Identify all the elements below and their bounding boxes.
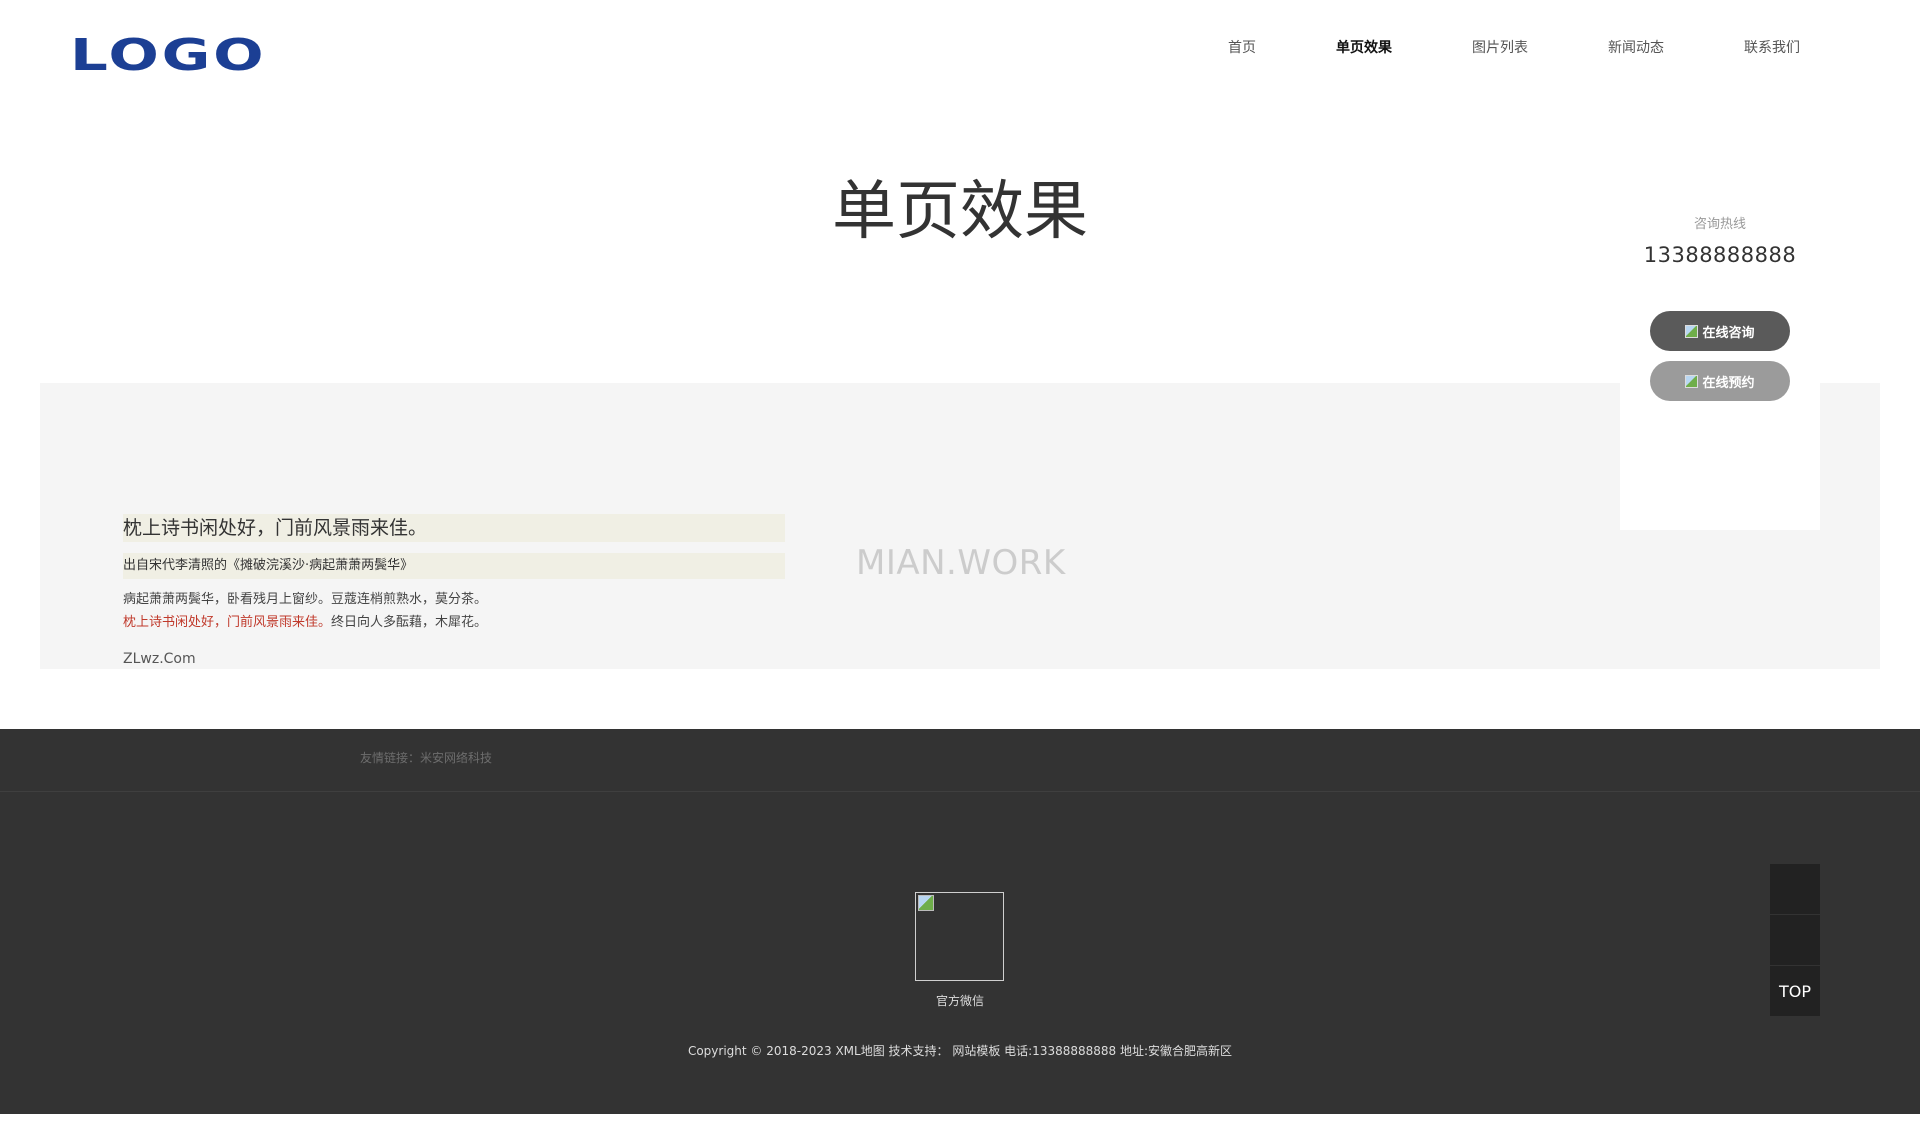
copyright-text: Copyright © 2018-2023 XML地图 技术支持： 网站模板 电… (687, 1044, 1233, 1058)
main-nav: 首页 单页效果 图片列表 新闻动态 联系我们 (0, 38, 1920, 58)
online-consult-button[interactable]: 在线咨询 (1650, 311, 1790, 351)
poem-line-1: 病起萧萧两鬓华，卧看残月上窗纱。豆蔻连梢煎熟水，莫分茶。 (123, 592, 488, 607)
side-tool-button-2[interactable] (1770, 915, 1820, 965)
online-reserve-button[interactable]: 在线预约 (1650, 361, 1790, 401)
poem-line-2: 枕上诗书闲处好，门前风景雨来佳。终日向人多酝藉，木犀花。 (123, 613, 487, 633)
side-toolbar: TOP (1770, 864, 1820, 1016)
broken-image-icon (1685, 374, 1699, 388)
poem-source: 出自宋代李清照的《摊破浣溪沙·病起萧萧两鬓华》 (123, 553, 785, 579)
poem-highlight: 枕上诗书闲处好，门前风景雨来佳。 (123, 615, 332, 630)
footer-divider (0, 791, 1920, 792)
nav-item-home[interactable]: 首页 (1228, 38, 1256, 58)
poem-title: 枕上诗书闲处好，门前风景雨来佳。 (123, 514, 785, 542)
hotline-number: 13388888888 (1643, 243, 1797, 267)
hotline-label: 咨询热线 (1693, 217, 1746, 232)
site-footer: 友情链接：米安网络科技 官方微信 Copyright © 2018-2023 X… (0, 729, 1920, 1114)
friend-links[interactable]: 友情链接：米安网络科技 (360, 749, 492, 766)
broken-image-icon (918, 895, 934, 911)
online-reserve-label: 在线预约 (1702, 375, 1755, 391)
online-consult-label: 在线咨询 (1702, 325, 1755, 341)
back-to-top-button[interactable]: TOP (1770, 966, 1820, 1016)
wechat-qr-image (915, 892, 1004, 981)
broken-image-icon (1685, 324, 1699, 338)
contact-float-panel: 咨询热线 13388888888 在线咨询 在线预约 (1620, 195, 1820, 530)
nav-item-image-list[interactable]: 图片列表 (1472, 38, 1528, 58)
site-domain-text: ZLwz.Com (123, 651, 196, 667)
nav-item-contact[interactable]: 联系我们 (1744, 38, 1800, 58)
qr-caption: 官方微信 (935, 994, 984, 1008)
poem-line-2-rest: 终日向人多酝藉，木犀花。 (331, 615, 488, 630)
watermark-text: MIAN.WORK (856, 543, 1066, 583)
side-tool-button-1[interactable] (1770, 864, 1820, 914)
nav-item-news[interactable]: 新闻动态 (1608, 38, 1664, 58)
nav-item-single-page[interactable]: 单页效果 (1336, 38, 1392, 58)
